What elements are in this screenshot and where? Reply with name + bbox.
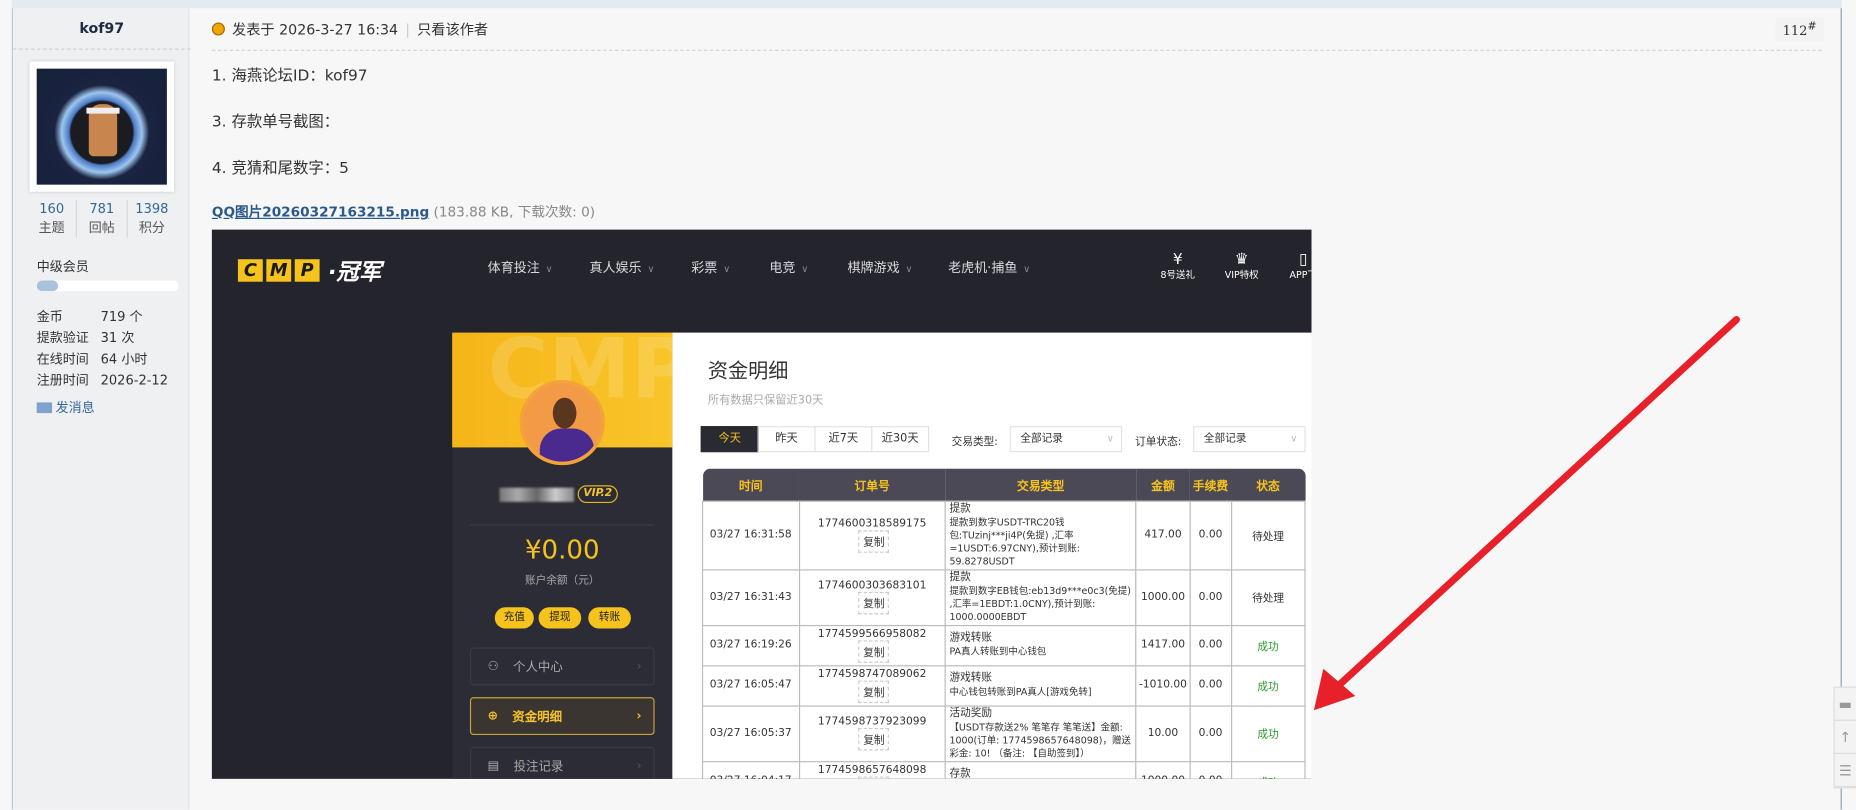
list-icon[interactable]: ☰: [1834, 754, 1856, 788]
floating-toolbar: ▬ ↑ ☰: [1833, 686, 1856, 789]
back-to-top-icon[interactable]: ↑: [1834, 721, 1856, 754]
comment-icon[interactable]: ▬: [1834, 688, 1856, 721]
forum-page: kof97 160 主题 781 回帖 1398 积分 中级会员 金币 719 个提款验证 3…: [0, 0, 1856, 810]
red-arrow-annotation: [1313, 316, 1740, 711]
